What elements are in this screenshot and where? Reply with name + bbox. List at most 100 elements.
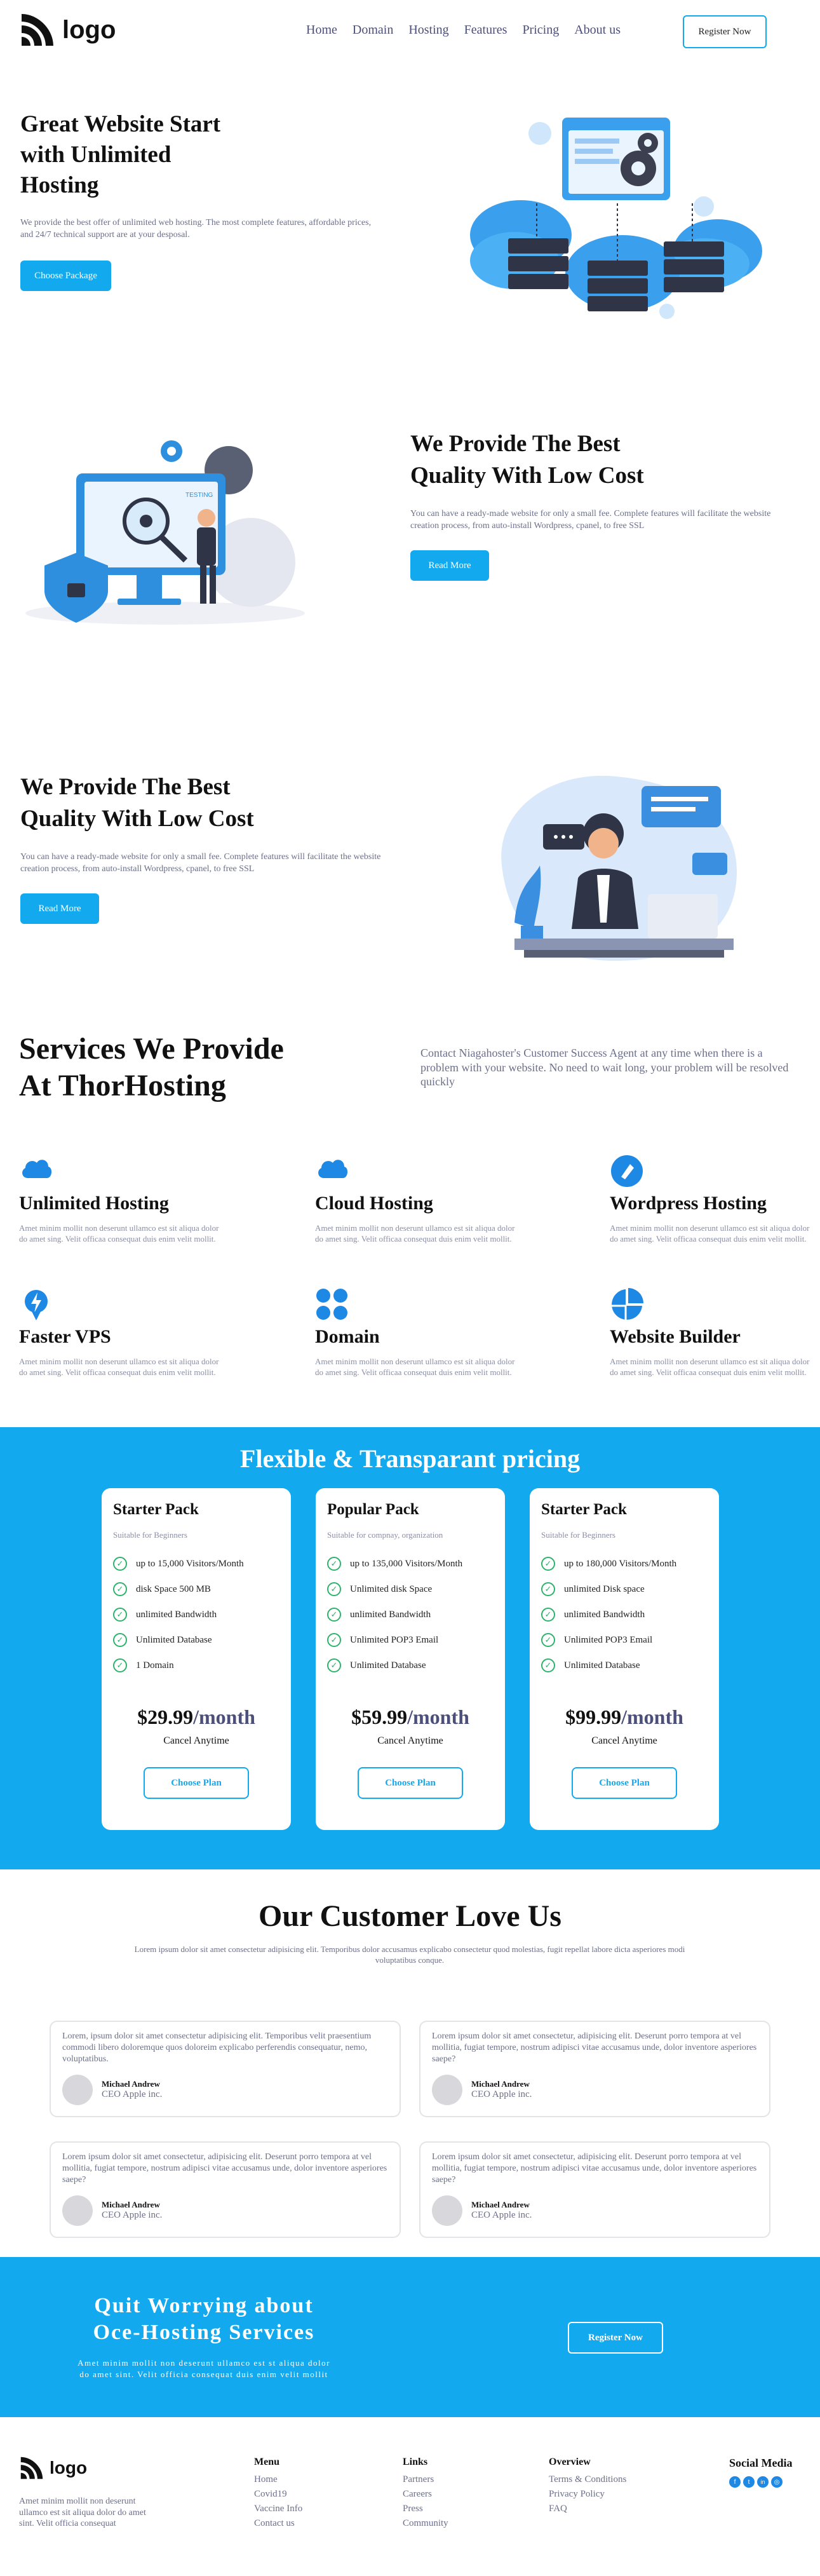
services-title-line: Services We Provide [19, 1032, 284, 1066]
nav-domain[interactable]: Domain [353, 23, 393, 37]
feature-text: Unlimited Database [564, 1660, 640, 1671]
linkedin-icon[interactable]: in [757, 2476, 769, 2488]
check-icon: ✓ [113, 1608, 127, 1622]
pricing-card: Starter Pack Suitable for Beginners ✓ up … [530, 1488, 719, 1830]
footer-logo[interactable]: logo [19, 2455, 87, 2481]
section2-title-line: We Provide The Best [410, 431, 621, 457]
nav-pricing[interactable]: Pricing [522, 23, 559, 37]
check-icon: ✓ [113, 1633, 127, 1647]
price-period: /month [407, 1705, 469, 1728]
plan-price: $29.99/month [113, 1705, 279, 1729]
footer-link[interactable]: Privacy Policy [549, 2489, 626, 2500]
footer-links-title: Links [403, 2457, 428, 2467]
price-period: /month [621, 1705, 683, 1728]
grid-icon [316, 1289, 347, 1320]
footer-link[interactable]: Community [403, 2518, 448, 2529]
check-icon: ✓ [327, 1582, 341, 1596]
plan-subtitle: Suitable for compnay, organization [327, 1530, 443, 1540]
feature-text: unlimited Bandwidth [136, 1609, 217, 1620]
footer-link[interactable]: Home [254, 2474, 302, 2485]
site-logo[interactable]: logo [19, 11, 116, 48]
wordpress-icon [611, 1155, 643, 1187]
pie-icon [611, 1288, 643, 1321]
footer-link[interactable]: Covid19 [254, 2489, 302, 2500]
logo-icon [20, 2457, 43, 2479]
twitter-icon[interactable]: t [743, 2476, 755, 2488]
avatar [62, 2195, 93, 2226]
testing-label: TESTING [185, 492, 213, 499]
testimonial-text: Lorem ipsum dolor sit amet consectetur, … [432, 2152, 757, 2185]
footer-link[interactable]: FAQ [549, 2504, 626, 2514]
plan-name: Starter Pack [113, 1501, 199, 1518]
footer-menu-title: Menu [254, 2457, 279, 2467]
service-text: Amet minim mollit non deserunt ullamco e… [19, 1357, 219, 1377]
register-button[interactable]: Register Now [683, 15, 767, 48]
footer-link[interactable]: Contact us [254, 2518, 302, 2529]
footer-link[interactable]: Vaccine Info [254, 2504, 302, 2514]
feature-text: up to 135,000 Visitors/Month [350, 1558, 463, 1569]
services-title: Services We Provide At ThorHosting [19, 1031, 284, 1104]
facebook-icon[interactable]: f [729, 2476, 741, 2488]
testing-illustration [25, 440, 305, 625]
cloud-icon [318, 1160, 348, 1178]
plan-feature: ✓ unlimited Bandwidth [113, 1608, 279, 1622]
plan-subtitle: Suitable for Beginners [541, 1530, 615, 1540]
testimonial-text: Lorem, ipsum dolor sit amet consectetur … [62, 2031, 372, 2064]
service-text: Amet minim mollit non deserunt ullamco e… [610, 1357, 810, 1377]
feature-text: disk Space 500 MB [136, 1583, 211, 1594]
feature-text: 1 Domain [136, 1660, 174, 1671]
testimonial-author: Michael Andrew CEO Apple inc. [62, 2195, 388, 2226]
price-value: $99.99 [565, 1705, 622, 1728]
choose-plan-button[interactable]: Choose Plan [144, 1767, 249, 1799]
footer-link[interactable]: Terms & Conditions [549, 2474, 626, 2485]
pricing-card: Starter Pack Suitable for Beginners ✓ up … [102, 1488, 291, 1830]
services-title-line: At ThorHosting [19, 1069, 226, 1102]
cta-text-line: do amet sint. Velit officia consequat du… [79, 2369, 328, 2379]
plan-feature: ✓ Unlimited Database [541, 1658, 708, 1672]
footer-overview-title: Overview [549, 2457, 591, 2467]
author-role: CEO Apple inc. [471, 2210, 532, 2221]
plan-feature: ✓ Unlimited Database [113, 1633, 279, 1647]
nav-about[interactable]: About us [574, 23, 621, 37]
section3-text: You can have a ready-made website for on… [20, 852, 381, 874]
plan-subtitle: Suitable for Beginners [113, 1530, 187, 1540]
choose-package-button[interactable]: Choose Package [20, 261, 111, 291]
plan-price: $99.99/month [541, 1705, 708, 1729]
service-website-builder: Website Builder Amet minim mollit non de… [610, 1287, 813, 1378]
hero-title-line: Hosting [20, 172, 99, 198]
nav-home[interactable]: Home [306, 23, 337, 37]
cta-register-button[interactable]: Register Now [568, 2322, 663, 2354]
feature-text: unlimited Bandwidth [350, 1609, 431, 1620]
testimonial-text: Lorem ipsum dolor sit amet consectetur, … [432, 2031, 757, 2064]
choose-plan-button[interactable]: Choose Plan [572, 1767, 677, 1799]
section2-text: You can have a ready-made website for on… [410, 509, 771, 531]
check-icon: ✓ [327, 1633, 341, 1647]
footer-link[interactable]: Press [403, 2504, 448, 2514]
nav-features[interactable]: Features [464, 23, 507, 37]
footer-about: Amet minim mollit non deserunt ullamco e… [19, 2497, 146, 2528]
price-value: $59.99 [351, 1705, 408, 1728]
nav-hosting[interactable]: Hosting [408, 23, 448, 37]
pricing-title: Flexible & Transparant pricing [239, 1444, 581, 1473]
main-nav: Home Domain Hosting Features Pricing Abo… [306, 23, 621, 37]
section2-read-more-button[interactable]: Read More [410, 550, 489, 581]
author-name: Michael Andrew [471, 2079, 530, 2089]
author-role: CEO Apple inc. [102, 2210, 163, 2221]
service-unlimited-hosting: Unlimited Hosting Amet minim mollit non … [19, 1154, 222, 1245]
avatar [62, 2074, 93, 2105]
service-text: Amet minim mollit non deserunt ullamco e… [315, 1357, 515, 1377]
section3-read-more-button[interactable]: Read More [20, 893, 99, 924]
service-cloud-hosting: Cloud Hosting Amet minim mollit non dese… [315, 1154, 518, 1245]
instagram-icon[interactable]: ◎ [771, 2476, 783, 2488]
plan-name: Starter Pack [541, 1501, 627, 1518]
feature-text: unlimited Disk space [564, 1583, 645, 1594]
footer-link[interactable]: Careers [403, 2489, 448, 2500]
section3-title: We Provide The Best Quality With Low Cos… [20, 771, 254, 835]
footer-link[interactable]: Partners [403, 2474, 448, 2485]
author-name: Michael Andrew [102, 2200, 160, 2210]
choose-plan-button[interactable]: Choose Plan [358, 1767, 463, 1799]
service-text: Amet minim mollit non deserunt ullamco e… [19, 1223, 219, 1244]
cta-title-line: Oce-Hosting Services [93, 2321, 315, 2344]
plan-feature: ✓ unlimited Disk space [541, 1582, 708, 1596]
services-intro: Contact Niagahoster's Customer Success A… [420, 1047, 789, 1088]
